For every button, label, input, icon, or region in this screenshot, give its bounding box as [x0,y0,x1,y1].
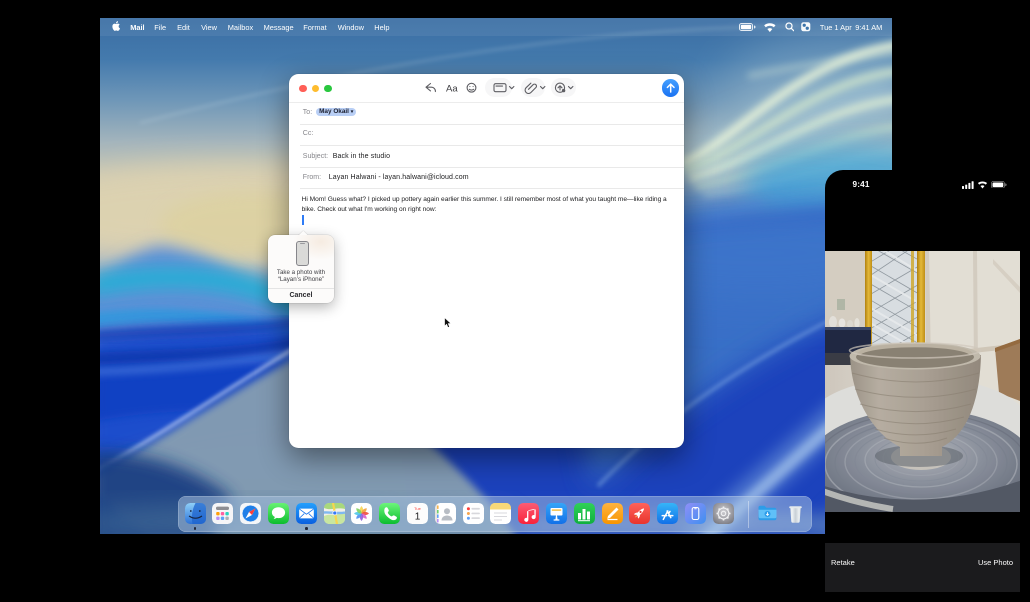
svg-text:Tue: Tue [414,506,422,511]
svg-text:1: 1 [415,512,421,523]
svg-text:Aa: Aa [446,84,458,95]
